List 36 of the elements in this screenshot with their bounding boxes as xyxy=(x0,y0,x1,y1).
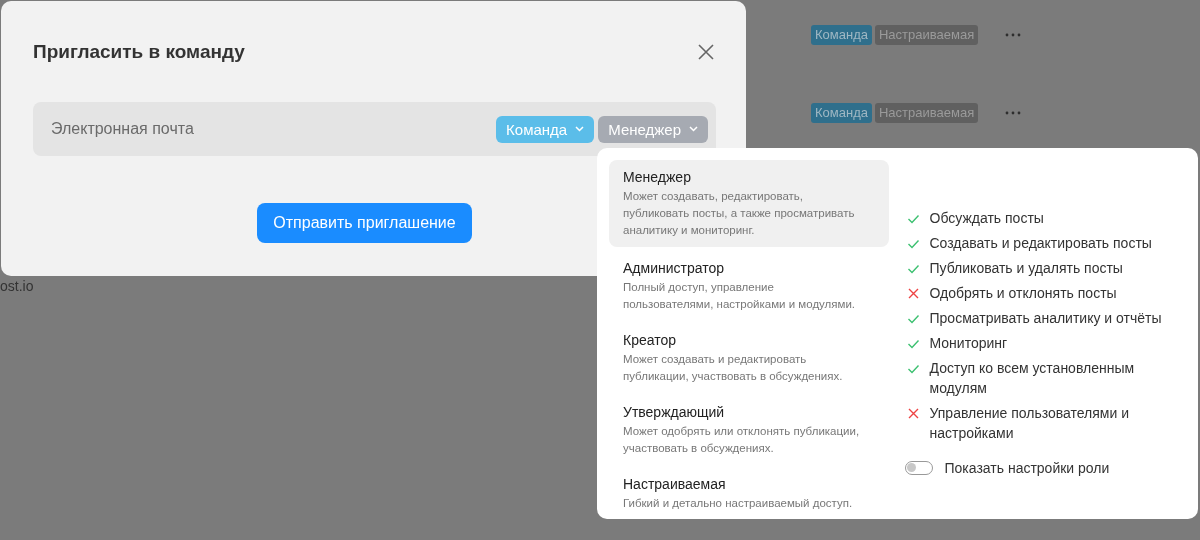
role-description: Гибкий и детально настраиваемый доступ. xyxy=(623,496,854,511)
permission-label: Мониторинг xyxy=(929,334,1008,353)
role-settings-toggle[interactable] xyxy=(904,461,933,475)
more-icon[interactable] xyxy=(1005,111,1022,115)
close-button[interactable] xyxy=(696,42,716,62)
role-description: Может одобрять или отклонять публикации, участвовать в обсуждениях. xyxy=(623,424,861,456)
chevron-down-icon xyxy=(575,126,585,132)
role-description: Может создавать и редактировать публикации, участвовать в обсуждениях. xyxy=(623,352,844,384)
permission-label: Обсуждать посты xyxy=(929,209,1044,228)
permission-label: Одобрять и отклонять посты xyxy=(929,284,1117,303)
role-name: Менеджер xyxy=(623,168,692,186)
permission-label: Доступ ко всем установленным модулям xyxy=(929,359,1136,398)
chevron-down-icon xyxy=(689,126,698,132)
role-option[interactable]: Менеджер Может создавать, редактировать, публиковать посты, а также просматривать аналитику и мониторинг. xyxy=(609,160,889,247)
role-name: Утверждающий xyxy=(623,403,726,421)
role-tag: Настраиваемая xyxy=(874,103,979,123)
permission-label: Управление пользователями и настройками xyxy=(929,404,1131,443)
dialog-title: Пригласить в команду xyxy=(33,41,245,63)
more-icon[interactable] xyxy=(1005,33,1022,37)
role-name: Креатор xyxy=(623,331,678,349)
role-tag: Команда xyxy=(811,103,872,123)
role-description: Полный доступ, управление пользователями, настройками и модулями. xyxy=(623,280,857,312)
role-option[interactable]: Утверждающий Может одобрять или отклонять публикации, участвовать в обсуждениях. xyxy=(609,393,889,463)
role-tag: Команда xyxy=(811,25,872,45)
role-name: Администратор xyxy=(623,259,725,277)
role-option[interactable]: Креатор Может создавать и редактировать публикации, участвовать в обсуждениях. xyxy=(609,321,889,391)
role-option[interactable]: Администратор Полный доступ, управление пользователями, настройками и модулями. xyxy=(609,249,889,319)
permission-label: Публиковать и удалять посты xyxy=(929,259,1123,278)
role-description: Может создавать, редактировать, публиковать посты, а также просматривать аналитику и мониторинг. xyxy=(623,189,856,238)
permission-label: Просматривать аналитику и отчёты xyxy=(929,309,1162,328)
background-text: ost.io xyxy=(0,278,34,294)
role-name: Настраиваемая xyxy=(623,475,727,493)
role-tag: Настраиваемая xyxy=(874,25,979,45)
toggle-label: Показать настройки роли xyxy=(944,460,1110,476)
role-option[interactable]: Настраиваемая Гибкий и детально настраиваемый доступ. xyxy=(609,465,889,518)
permission-label: Создавать и редактировать посты xyxy=(929,234,1152,253)
